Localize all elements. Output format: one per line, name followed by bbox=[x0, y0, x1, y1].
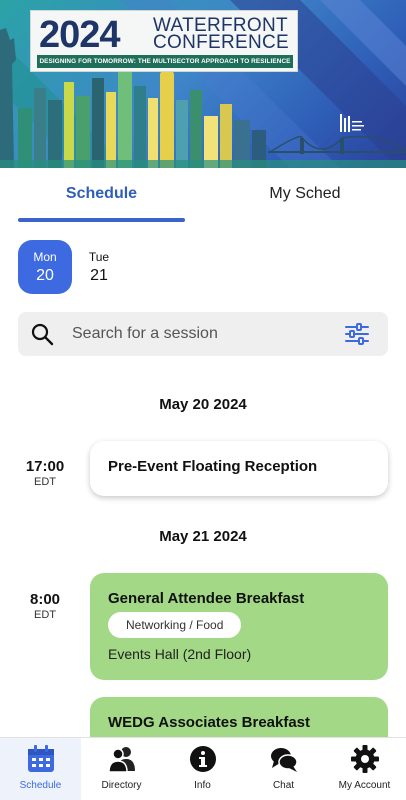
session-title: Pre-Event Floating Reception bbox=[108, 458, 318, 475]
schedule-tabs: Schedule My Sched bbox=[0, 168, 406, 222]
nav-label: My Account bbox=[338, 780, 391, 791]
nav-label: Schedule bbox=[19, 780, 62, 791]
day-number: 20 bbox=[36, 267, 54, 284]
session-card[interactable]: Pre-Event Floating Reception bbox=[90, 441, 388, 496]
session-title: WEDG Associates Breakfast bbox=[108, 714, 311, 731]
nav-label: Directory bbox=[101, 780, 142, 791]
bottom-navigation: Schedule Directory Info Chat My Account bbox=[0, 737, 406, 800]
conference-name: WATERFRONT CONFERENCE bbox=[153, 16, 290, 53]
date-header: May 20 2024 bbox=[159, 396, 247, 413]
conference-banner: 2024 WATERFRONT CONFERENCE DESIGNING FOR… bbox=[0, 0, 406, 168]
session-start-time: 8:00 bbox=[29, 591, 61, 608]
conference-tagline: DESIGNING FOR TOMORROW: THE MULTISECTOR … bbox=[37, 55, 293, 68]
session-time: 8:00 EDT bbox=[18, 591, 72, 621]
nav-directory[interactable]: Directory bbox=[81, 738, 162, 800]
people-icon bbox=[108, 747, 135, 773]
chat-icon bbox=[271, 748, 298, 772]
filter-sliders-icon[interactable] bbox=[344, 322, 370, 346]
session-search-bar bbox=[18, 312, 388, 356]
search-input[interactable] bbox=[72, 312, 332, 356]
organizer-logo-icon bbox=[340, 114, 364, 132]
tab-schedule[interactable]: Schedule bbox=[18, 168, 185, 222]
nav-my-account[interactable]: My Account bbox=[324, 738, 405, 800]
nav-label: Info bbox=[194, 780, 211, 791]
nav-schedule[interactable]: Schedule bbox=[0, 738, 81, 800]
conference-title-card: 2024 WATERFRONT CONFERENCE DESIGNING FOR… bbox=[30, 10, 298, 72]
nav-info[interactable]: Info bbox=[162, 738, 243, 800]
session-card[interactable]: General Attendee Breakfast Networking / … bbox=[90, 573, 388, 680]
session-location: Events Hall (2nd Floor) bbox=[108, 646, 252, 662]
day-button-mon[interactable]: Mon 20 bbox=[18, 240, 72, 294]
active-tab-indicator bbox=[18, 218, 185, 222]
session-title: General Attendee Breakfast bbox=[108, 590, 305, 607]
session-timezone: EDT bbox=[34, 476, 56, 488]
search-icon bbox=[31, 323, 54, 346]
session-time: 17:00 EDT bbox=[18, 458, 72, 488]
info-icon bbox=[190, 746, 216, 772]
date-header: May 21 2024 bbox=[159, 528, 247, 545]
tab-my-sched[interactable]: My Sched bbox=[222, 168, 388, 222]
day-number: 21 bbox=[90, 267, 108, 284]
nav-chat[interactable]: Chat bbox=[243, 738, 324, 800]
day-name: Mon bbox=[33, 250, 57, 264]
session-category-tag: Networking / Food bbox=[108, 612, 242, 638]
conference-year: 2024 bbox=[39, 14, 121, 56]
day-name: Tue bbox=[88, 250, 110, 264]
calendar-icon bbox=[28, 745, 54, 772]
session-timezone: EDT bbox=[34, 609, 56, 621]
day-button-tue[interactable]: Tue 21 bbox=[72, 240, 126, 294]
nav-label: Chat bbox=[272, 780, 295, 791]
gear-icon bbox=[351, 745, 379, 773]
session-start-time: 17:00 bbox=[25, 458, 65, 475]
conference-name-line2: CONFERENCE bbox=[153, 32, 290, 53]
